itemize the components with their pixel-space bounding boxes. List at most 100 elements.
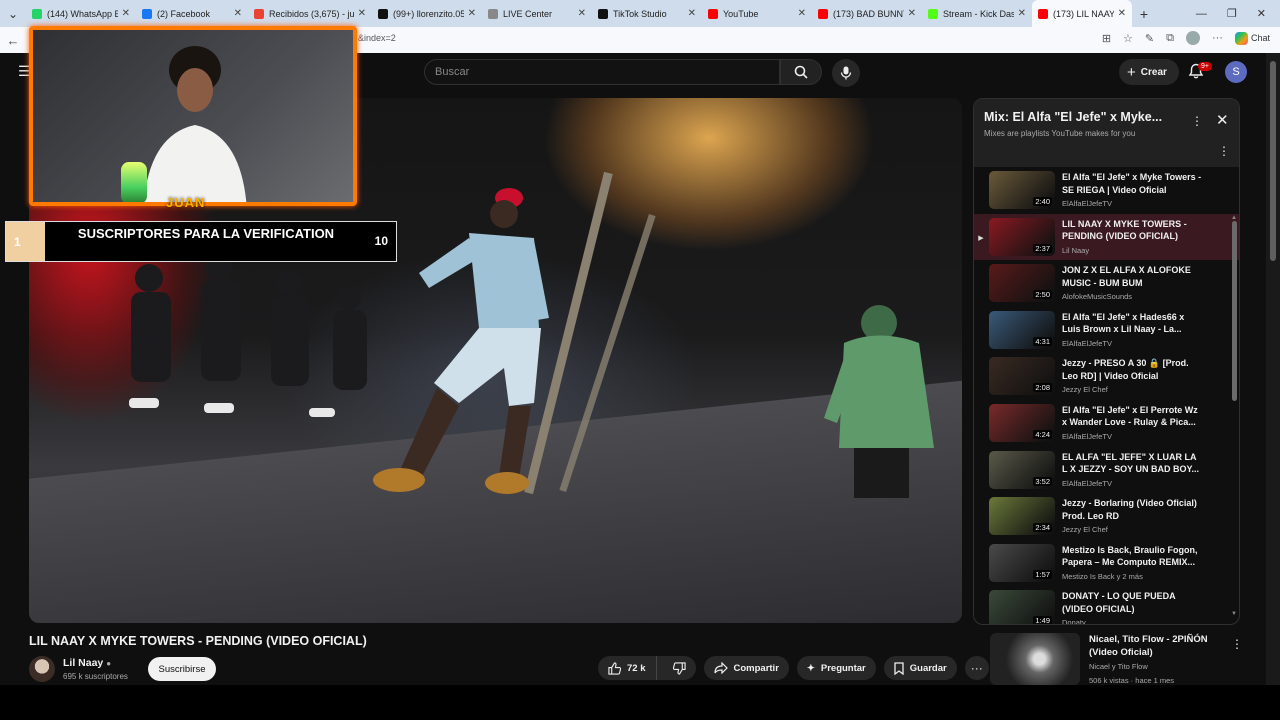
channel-name[interactable]: Lil Naay ● <box>63 657 111 669</box>
tab-close-icon[interactable]: ✕ <box>798 8 806 19</box>
collections-icon[interactable]: ⧉ <box>1166 32 1174 45</box>
save-button[interactable]: Guardar <box>883 656 957 680</box>
mix-item-title[interactable]: El Alfa "El Jefe" x El Perrote Wz x Wand… <box>1062 404 1202 429</box>
mix-list-item[interactable]: 2:50 JON Z X EL ALFA X ALOFOKE MUSIC - BU… <box>974 260 1239 307</box>
search-button[interactable] <box>780 59 822 85</box>
browser-tab[interactable]: (99+) llorenzito.05 (@ ✕ <box>372 0 482 27</box>
scroll-down-icon[interactable]: ▼ <box>1231 611 1237 617</box>
browser-menu-icon[interactable]: ··· <box>1212 32 1223 44</box>
mix-item-title[interactable]: El Alfa "El Jefe" x Hades66 x Luis Brown… <box>1062 311 1202 336</box>
tab-title: (173) LIL NAAY X <box>1053 8 1114 19</box>
goal-end-value: 10 <box>374 234 388 248</box>
mix-item-thumbnail[interactable]: 4:24 <box>989 403 1055 442</box>
mix-item-duration: 2:08 <box>1033 383 1052 393</box>
split-screen-icon[interactable]: ⊞ <box>1102 32 1111 45</box>
tab-close-icon[interactable]: ✕ <box>122 8 130 19</box>
mix-item-title[interactable]: Jezzy - PRESO A 30 🔒 [Prod. Leo RD] | Vi… <box>1062 357 1202 382</box>
mix-item-channel: ElAlfaElJefeTV <box>1062 431 1113 441</box>
url-text[interactable]: &index=2 <box>358 33 396 43</box>
browser-tab[interactable]: LIVE Center ✕ <box>482 0 592 27</box>
browser-tab[interactable]: TikTok Studio ✕ <box>592 0 702 27</box>
tab-close-icon[interactable]: ✕ <box>468 8 476 19</box>
ask-button[interactable]: ✦ Preguntar <box>796 656 876 680</box>
page-scrollbar-thumb[interactable] <box>1270 61 1276 261</box>
recommended-video[interactable]: Nicael, Tito Flow - 2PIÑÓN (Video Oficia… <box>980 633 1250 685</box>
mix-list-item[interactable]: 1:57 Mestizo Is Back, Braulio Fogon, Pape… <box>974 540 1239 587</box>
mix-item-channel: ElAlfaElJefeTV <box>1062 338 1113 348</box>
search-input[interactable]: Buscar <box>424 59 780 85</box>
page-scrollbar[interactable] <box>1266 53 1280 685</box>
channel-avatar[interactable] <box>29 656 55 682</box>
mix-list-item[interactable]: 4:24 El Alfa "El Jefe" x El Perrote Wz x … <box>974 400 1239 447</box>
mix-menu-icon[interactable]: ⋮ <box>1191 114 1203 128</box>
mix-item-channel: Jezzy El Chef <box>1062 385 1108 395</box>
mix-list-item[interactable]: 2:40 El Alfa "El Jefe" x Myke Towers - SE… <box>974 167 1239 214</box>
back-icon[interactable]: ← <box>0 33 26 48</box>
mix-list-item[interactable]: 1:49 DONATY - LO QUE PUEDA (VIDEO OFICIAL… <box>974 586 1239 624</box>
tab-close-icon[interactable]: ✕ <box>578 8 586 19</box>
tab-list-menu-icon[interactable]: ⌄ <box>0 0 26 27</box>
mix-title[interactable]: Mix: El Alfa "El Jefe" x Myke... <box>984 110 1162 124</box>
mix-item-thumbnail[interactable]: 4:31 <box>989 310 1055 349</box>
webcam-lamp <box>121 162 147 202</box>
mix-item-thumbnail[interactable]: 2:08 <box>989 357 1055 396</box>
browser-tab[interactable]: (173) LIL NAAY X ✕ <box>1032 0 1132 27</box>
browser-tab[interactable]: Recibidos (3,675) - ju ✕ <box>248 0 372 27</box>
restore-icon[interactable]: ❐ <box>1227 7 1237 20</box>
mix-item-title[interactable]: DONATY - LO QUE PUEDA (VIDEO OFICIAL) <box>1062 590 1202 615</box>
browser-tab[interactable]: (2) Facebook ✕ <box>136 0 248 27</box>
window-controls: — ❐ ✕ <box>1196 0 1280 27</box>
mix-scrollbar[interactable] <box>1232 221 1237 401</box>
tab-close-icon[interactable]: ✕ <box>1118 8 1126 19</box>
webcam-overlay <box>29 26 357 206</box>
dislike-button[interactable] <box>663 656 696 680</box>
subscribe-button[interactable]: Suscribirse <box>148 657 216 681</box>
like-button[interactable]: 72 k <box>598 656 657 680</box>
tab-close-icon[interactable]: ✕ <box>234 8 242 19</box>
close-window-icon[interactable]: ✕ <box>1257 7 1266 20</box>
extensions-icon[interactable]: ✎ <box>1145 32 1154 45</box>
mix-item-title[interactable]: LIL NAAY X MYKE TOWERS - PENDING (VIDEO … <box>1062 218 1202 243</box>
favorite-star-icon[interactable]: ☆ <box>1123 32 1133 45</box>
voice-search-button[interactable] <box>832 59 860 87</box>
copilot-button[interactable]: Chat <box>1234 31 1270 45</box>
tab-close-icon[interactable]: ✕ <box>1018 8 1026 19</box>
browser-tab[interactable]: (144) WhatsApp Busi ✕ <box>26 0 136 27</box>
mix-item-thumbnail[interactable]: 2:50 <box>989 264 1055 303</box>
minimize-icon[interactable]: — <box>1196 8 1207 20</box>
mix-close-icon[interactable]: ✕ <box>1216 111 1229 129</box>
recommended-title[interactable]: Nicael, Tito Flow - 2PIÑÓN (Video Oficia… <box>1089 633 1219 659</box>
tab-close-icon[interactable]: ✕ <box>908 8 916 19</box>
mix-list-item[interactable]: 2:34 Jezzy - Borlaring (Video Oficial) Pr… <box>974 493 1239 540</box>
user-avatar[interactable]: S <box>1225 61 1247 83</box>
mix-item-thumbnail[interactable]: 2:37 <box>989 217 1055 256</box>
share-button[interactable]: Compartir <box>703 656 789 680</box>
mix-list-item[interactable]: 4:31 El Alfa "El Jefe" x Hades66 x Luis B… <box>974 307 1239 354</box>
browser-tab[interactable]: (173) BAD BUNNY ✕ <box>812 0 922 27</box>
mix-item-title[interactable]: Mestizo Is Back, Braulio Fogon, Papera –… <box>1062 544 1202 569</box>
mix-item-thumbnail[interactable]: 2:34 <box>989 497 1055 536</box>
browser-tab[interactable]: YouTube ✕ <box>702 0 812 27</box>
recommended-menu-icon[interactable]: ⋮ <box>1231 637 1243 651</box>
mix-item-title[interactable]: JON Z X EL ALFA X ALOFOKE MUSIC - BUM BU… <box>1062 264 1202 289</box>
mix-list-item[interactable]: 3:52 EL ALFA "EL JEFE" X LUAR LA L X JEZZ… <box>974 447 1239 494</box>
mix-options-icon[interactable]: ⋮ <box>1218 144 1230 158</box>
mix-list-item[interactable]: ▶ 2:37 LIL NAAY X MYKE TOWERS - PENDING (V… <box>974 213 1239 261</box>
tab-close-icon[interactable]: ✕ <box>688 8 696 19</box>
mix-item-thumbnail[interactable]: 1:57 <box>989 543 1055 582</box>
mix-item-title[interactable]: Jezzy - Borlaring (Video Oficial) Prod. … <box>1062 497 1202 522</box>
recommended-thumbnail[interactable] <box>990 633 1080 685</box>
profile-avatar[interactable] <box>1185 31 1200 45</box>
mix-item-thumbnail[interactable]: 2:40 <box>989 171 1055 209</box>
mix-item-thumbnail[interactable]: 3:52 <box>989 450 1055 489</box>
mix-item-thumbnail[interactable]: 1:49 <box>989 590 1055 624</box>
create-button[interactable]: + Crear <box>1119 59 1179 85</box>
tab-title: Stream - Kick Dashb <box>943 8 1014 19</box>
channel-name-text: Lil Naay <box>63 657 104 669</box>
mix-list-item[interactable]: 2:08 Jezzy - PRESO A 30 🔒 [Prod. Leo RD] … <box>974 353 1239 400</box>
mix-item-title[interactable]: El Alfa "El Jefe" x Myke Towers - SE RIE… <box>1062 171 1202 196</box>
new-tab-button[interactable]: + <box>1132 6 1156 22</box>
tab-close-icon[interactable]: ✕ <box>358 8 366 19</box>
browser-tab[interactable]: Stream - Kick Dashb ✕ <box>922 0 1032 27</box>
mix-item-title[interactable]: EL ALFA "EL JEFE" X LUAR LA L X JEZZY - … <box>1062 451 1202 476</box>
